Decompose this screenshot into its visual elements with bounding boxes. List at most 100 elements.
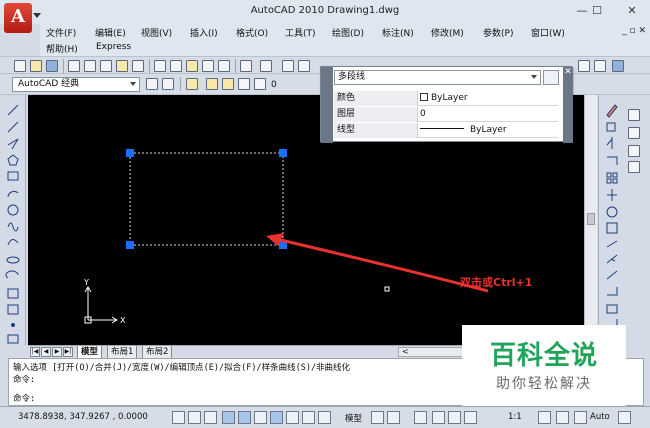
menu-file[interactable]: 文件(F) <box>46 26 76 39</box>
chevron-down-icon[interactable] <box>33 13 41 18</box>
send-to-back-icon[interactable] <box>628 127 640 139</box>
zoom-button[interactable] <box>432 411 445 424</box>
property-row-color[interactable]: 颜色 ByLayer <box>334 91 558 106</box>
polar-tracking-button[interactable] <box>222 411 235 424</box>
copy-icon[interactable] <box>170 60 182 72</box>
maximize-button[interactable]: ☐ <box>585 3 609 19</box>
grip-bottom-left[interactable] <box>126 241 134 249</box>
grid-display-button[interactable] <box>188 411 201 424</box>
property-row-linetype[interactable]: 线型 ByLayer <box>334 123 558 138</box>
menu-format[interactable]: 格式(O) <box>236 26 268 39</box>
object-snap-tracking-button[interactable] <box>270 411 283 424</box>
zoom-window-icon[interactable] <box>578 60 590 72</box>
lock-icon[interactable] <box>238 78 250 90</box>
save-icon[interactable] <box>46 60 58 72</box>
bring-above-icon[interactable] <box>628 145 640 157</box>
model-space-toggle[interactable]: 模型 <box>345 412 362 424</box>
text-style-icon[interactable] <box>612 60 624 72</box>
quick-view-drawings-button[interactable] <box>387 411 400 424</box>
undo-icon[interactable] <box>240 60 252 72</box>
application-menu-button[interactable]: A <box>4 3 32 33</box>
print-icon[interactable] <box>68 60 80 72</box>
auto-label[interactable]: Auto <box>590 412 610 422</box>
open-icon[interactable] <box>30 60 42 72</box>
workspace-switching-button[interactable] <box>574 411 587 424</box>
etransmit-icon[interactable] <box>132 60 144 72</box>
match-properties-icon[interactable] <box>202 60 214 72</box>
publish-icon[interactable] <box>100 60 112 72</box>
send-under-icon[interactable] <box>628 161 640 173</box>
property-value[interactable]: 0 <box>420 107 426 122</box>
scrollbar-thumb[interactable] <box>587 213 595 225</box>
tab-model[interactable]: 模型 <box>77 346 103 358</box>
palette-title-strip[interactable] <box>321 67 333 143</box>
auto-scale-button[interactable] <box>556 411 569 424</box>
redo-icon[interactable] <box>260 60 272 72</box>
object-snap-button[interactable] <box>238 411 251 424</box>
property-value[interactable]: ByLayer <box>420 123 507 138</box>
3d-object-snap-button[interactable] <box>254 411 267 424</box>
menu-modify[interactable]: 修改(M) <box>431 26 464 39</box>
menu-dimension[interactable]: 标注(N) <box>382 26 414 39</box>
steering-wheel-button[interactable] <box>448 411 461 424</box>
layer-combo-value[interactable]: 0 <box>271 80 277 90</box>
quick-select-button[interactable] <box>543 70 559 85</box>
document-window-controls[interactable]: _ ▫ ✕ <box>622 26 646 36</box>
3d-dwf-icon[interactable] <box>116 60 128 72</box>
property-value[interactable]: ByLayer <box>420 91 468 106</box>
menu-window[interactable]: 窗口(W) <box>531 26 565 39</box>
vertical-scrollbar[interactable] <box>584 95 597 345</box>
menu-draw[interactable]: 绘图(D) <box>332 26 364 39</box>
selected-polyline[interactable] <box>129 152 284 246</box>
bring-to-front-icon[interactable] <box>628 109 640 121</box>
pan-button[interactable] <box>414 411 427 424</box>
tab-layout2[interactable]: 布局2 <box>142 346 173 358</box>
pan-icon[interactable] <box>282 60 294 72</box>
sun-icon[interactable] <box>222 78 234 90</box>
annotation-visibility-button[interactable] <box>538 411 551 424</box>
zoom-realtime-icon[interactable] <box>298 60 310 72</box>
layer-color-icon[interactable] <box>254 78 266 90</box>
ortho-mode-button[interactable] <box>204 411 217 424</box>
cut-icon[interactable] <box>154 60 166 72</box>
layer-properties-icon[interactable] <box>186 78 198 90</box>
print-preview-icon[interactable] <box>84 60 96 72</box>
showmotion-button[interactable] <box>464 411 477 424</box>
command-window-grip[interactable] <box>0 358 8 406</box>
object-type-select[interactable]: 多段线 <box>334 70 541 85</box>
clean-screen-button[interactable] <box>618 411 631 424</box>
annotation-scale[interactable]: 1:1 <box>508 412 522 422</box>
property-row-layer[interactable]: 图层 0 <box>334 107 558 122</box>
last-layout-button[interactable]: ▶| <box>63 347 73 357</box>
first-layout-button[interactable]: |◀ <box>30 347 40 357</box>
menu-express[interactable]: Express <box>96 42 131 52</box>
menu-edit[interactable]: 编辑(E) <box>95 26 126 39</box>
menu-help[interactable]: 帮助(H) <box>46 42 78 55</box>
light-bulb-icon[interactable] <box>206 78 218 90</box>
palette-close-button[interactable]: ✕ <box>563 67 573 143</box>
lineweight-button[interactable] <box>318 411 331 424</box>
next-layout-button[interactable]: ▶ <box>52 347 62 357</box>
close-button[interactable]: ✕ <box>620 3 644 19</box>
cursor-coordinates[interactable]: 3478.8938, 347.9267 , 0.0000 <box>18 412 148 422</box>
menu-insert[interactable]: 插入(I) <box>190 26 218 39</box>
block-editor-icon[interactable] <box>218 60 230 72</box>
tab-layout1[interactable]: 布局1 <box>107 346 138 358</box>
workspace-select[interactable]: AutoCAD 经典 <box>12 77 140 92</box>
prev-layout-button[interactable]: ◀ <box>41 347 51 357</box>
menu-tools[interactable]: 工具(T) <box>285 26 316 39</box>
command-input[interactable]: 命令: <box>13 392 35 404</box>
grip-top-left[interactable] <box>126 149 134 157</box>
new-icon[interactable] <box>14 60 26 72</box>
save-workspace-icon[interactable] <box>162 78 174 90</box>
quick-view-layouts-button[interactable] <box>371 411 384 424</box>
grip-top-right[interactable] <box>279 149 287 157</box>
menu-view[interactable]: 视图(V) <box>141 26 172 39</box>
workspace-settings-icon[interactable] <box>146 78 158 90</box>
paste-icon[interactable] <box>186 60 198 72</box>
snap-mode-button[interactable] <box>172 411 185 424</box>
zoom-previous-icon[interactable] <box>594 60 606 72</box>
dynamic-ucs-button[interactable] <box>286 411 299 424</box>
menu-parametric[interactable]: 参数(P) <box>483 26 513 39</box>
dynamic-input-button[interactable] <box>302 411 315 424</box>
